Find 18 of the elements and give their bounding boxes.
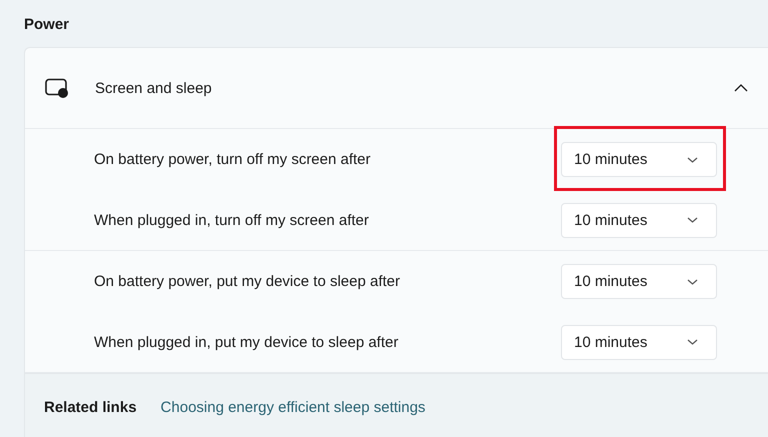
duration-dropdown[interactable]: 10 minutes — [561, 324, 717, 360]
group-title: Screen and sleep — [95, 80, 213, 96]
screen-sleep-icon — [45, 78, 69, 98]
duration-dropdown[interactable]: 10 minutes — [561, 202, 717, 238]
duration-dropdown[interactable]: 10 minutes — [561, 264, 717, 299]
caret-icon — [687, 156, 698, 162]
related-links-label: Related links — [44, 398, 137, 416]
caret-icon — [687, 278, 698, 284]
setting-label: When plugged in, turn off my screen after — [94, 212, 370, 228]
help-link[interactable]: Choosing energy efficient sleep settings — [160, 398, 426, 416]
setting-label: On battery power, put my device to sleep after — [94, 273, 401, 290]
section-title: Power — [24, 16, 70, 35]
caret-icon — [687, 217, 698, 223]
group-header[interactable]: Screen and sleep — [25, 48, 768, 129]
duration-dropdown[interactable]: 10 minutes — [561, 142, 717, 177]
setting-label: When plugged in, put my device to sleep after — [94, 334, 400, 350]
caret-icon — [687, 339, 698, 345]
setting-label: On battery power, turn off my screen after — [94, 151, 372, 168]
